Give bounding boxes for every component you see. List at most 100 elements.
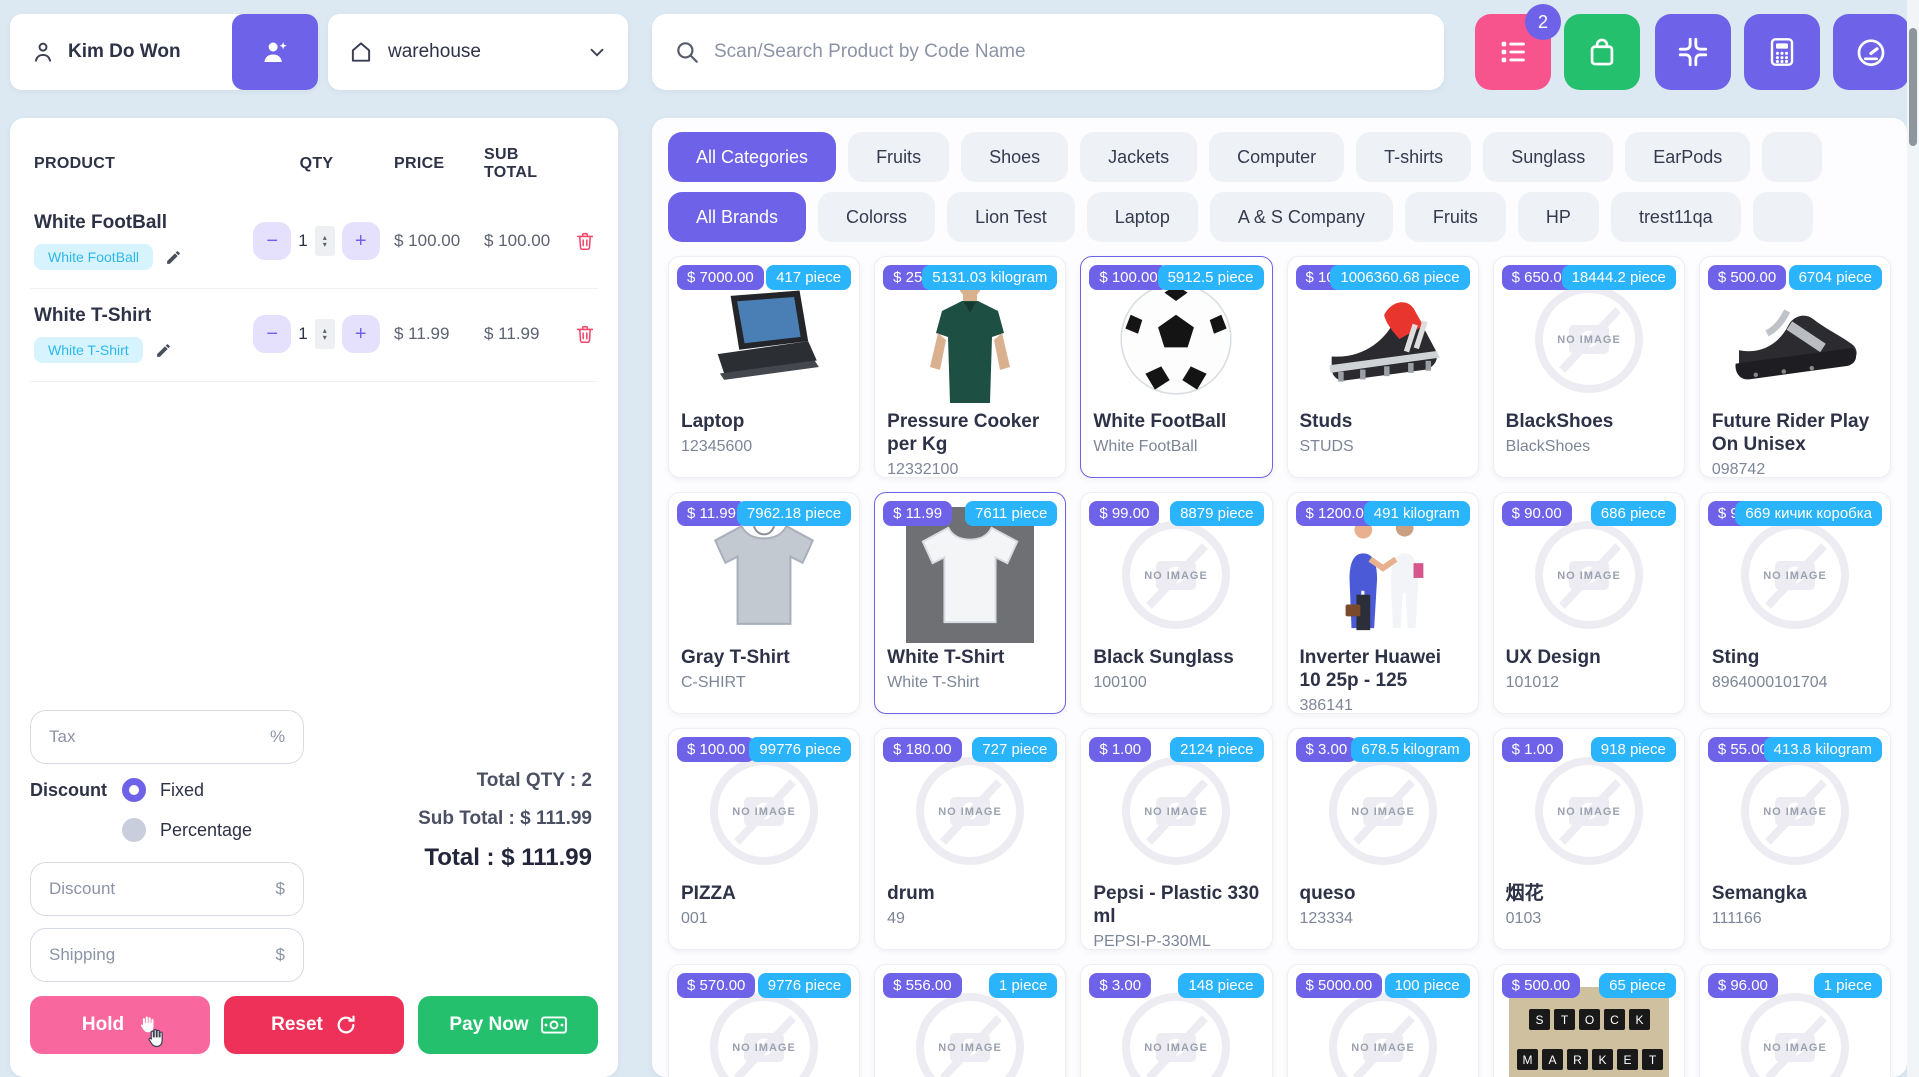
qty-increase-button[interactable]: + [342, 315, 380, 353]
product-stock-badge: 100 piece [1385, 973, 1470, 998]
product-card[interactable]: $ 7000.00417 pieceLaptop12345600 [668, 256, 860, 478]
category-pill-sunglass[interactable]: Sunglass [1483, 132, 1613, 182]
compress-screen-button[interactable] [1655, 14, 1731, 90]
polo-shirt-photo [887, 271, 1053, 407]
qty-stepper[interactable]: ▴▾ [315, 319, 335, 349]
svg-text:NO IMAGE: NO IMAGE [1145, 570, 1209, 582]
product-card[interactable]: $ 1.00918 pieceNO IMAGE烟花0103 [1493, 728, 1685, 950]
category-pill-shoes[interactable]: Shoes [961, 132, 1068, 182]
product-card[interactable]: $ 99.008879 pieceNO IMAGEBlack Sunglass1… [1080, 492, 1272, 714]
product-card[interactable]: $ 3.00148 pieceNO IMAGE [1080, 964, 1272, 1077]
product-card[interactable]: $ 1000.001006360.68 pieceStudsSTUDS [1287, 256, 1479, 478]
warehouse-select[interactable]: warehouse [328, 14, 628, 90]
product-card[interactable]: $ 96.001 pieceNO IMAGE [1699, 964, 1891, 1077]
svg-text:NO IMAGE: NO IMAGE [1351, 1042, 1415, 1054]
cart-item-name: White T-Shirt [34, 305, 239, 327]
brand-pill-hp[interactable]: HP [1518, 192, 1599, 242]
hold-button-label: Hold [82, 1014, 124, 1036]
product-card[interactable]: $ 650.0018444.2 pieceNO IMAGEBlackShoesB… [1493, 256, 1685, 478]
product-card[interactable]: $ 1200.00491 kilogramInverter Huawei 10 … [1287, 492, 1479, 714]
remove-item-button[interactable] [574, 230, 602, 252]
category-pill-computer[interactable]: Computer [1209, 132, 1344, 182]
dashboard-button[interactable] [1833, 14, 1909, 90]
remove-item-button[interactable] [574, 323, 602, 345]
search-bar [652, 14, 1444, 90]
discount-suffix: $ [276, 879, 285, 899]
reset-button[interactable]: Reset [224, 996, 404, 1054]
product-card[interactable]: $ 100.0099776 pieceNO IMAGEPIZZA001 [668, 728, 860, 950]
discount-input[interactable] [49, 879, 276, 899]
qty-decrease-button[interactable]: − [253, 315, 291, 353]
calculator-icon [1766, 36, 1798, 68]
scrollbar-thumb[interactable] [1909, 28, 1917, 146]
brand-pill-all-brands[interactable]: All Brands [668, 192, 806, 242]
product-card[interactable]: $ 5000.00100 pieceNO IMAGE [1287, 964, 1479, 1077]
cart-item-tag: White T-Shirt [34, 337, 143, 363]
tax-suffix: % [270, 727, 285, 747]
product-card[interactable]: $ 11.997611 pieceWhite T-ShirtWhite T-Sh… [874, 492, 1066, 714]
product-name: Future Rider Play On Unisex Sneakers [1712, 411, 1878, 457]
qty-value[interactable]: 1 [298, 324, 307, 344]
brand-pill-overflow-fragment[interactable] [1753, 192, 1813, 242]
brand-pill-trest11qa[interactable]: trest11qa [1611, 192, 1741, 242]
qty-value[interactable]: 1 [298, 231, 307, 251]
shipping-input[interactable] [49, 945, 276, 965]
product-card[interactable]: $ 100.005912.5 pieceWhite FootBallWhite … [1080, 256, 1272, 478]
svg-text:NO IMAGE: NO IMAGE [1763, 570, 1827, 582]
product-card[interactable]: $ 556.001 pieceNO IMAGE [874, 964, 1066, 1077]
product-price-badge: $ 90.00 [1502, 501, 1572, 526]
product-card[interactable]: $ 500.0065 pieceSTOCKMARKET [1493, 964, 1685, 1077]
product-stock-badge: 2124 piece [1170, 737, 1263, 762]
brand-pill-laptop[interactable]: Laptop [1087, 192, 1198, 242]
tax-input[interactable] [49, 727, 270, 747]
category-pill-jackets[interactable]: Jackets [1080, 132, 1197, 182]
qty-decrease-button[interactable]: − [253, 222, 291, 260]
calculator-button[interactable] [1744, 14, 1820, 90]
edit-pencil-icon[interactable] [165, 249, 182, 266]
product-name: Laptop [681, 411, 847, 434]
discount-fixed-radio[interactable] [122, 778, 146, 802]
bag-button[interactable] [1564, 14, 1640, 90]
brand-pill-colorss[interactable]: Colorss [818, 192, 935, 242]
product-price-badge: $ 100.00 [1089, 265, 1167, 290]
category-pill-fruits[interactable]: Fruits [848, 132, 949, 182]
svg-text:A: A [1548, 1053, 1556, 1067]
product-card[interactable]: $ 500.006704 pieceFuture Rider Play On U… [1699, 256, 1891, 478]
product-card[interactable]: $ 570.009776 pieceNO IMAGE [668, 964, 860, 1077]
category-pill-earpods[interactable]: EarPods [1625, 132, 1750, 182]
qty-increase-button[interactable]: + [342, 222, 380, 260]
refresh-icon [335, 1014, 357, 1036]
product-stock-badge: 491 kilogram [1364, 501, 1470, 526]
order-list-button[interactable]: 2 [1475, 14, 1551, 90]
brand-pill-a-s-company[interactable]: A & S Company [1210, 192, 1393, 242]
add-customer-button[interactable] [232, 14, 318, 90]
product-stock-badge: 65 piece [1599, 973, 1676, 998]
product-card[interactable]: $ 250.005131.03 kilogramPressure Cooker … [874, 256, 1066, 478]
category-pill-all-categories[interactable]: All Categories [668, 132, 836, 182]
page-scrollbar[interactable] [1907, 0, 1919, 1077]
brand-filter-row: All BrandsColorssLion TestLaptopA & S Co… [668, 192, 1891, 242]
discount-field-wrap: $ [30, 862, 304, 916]
qty-stepper[interactable]: ▴▾ [315, 226, 335, 256]
pay-now-button[interactable]: Pay Now [418, 996, 598, 1054]
product-card[interactable]: $ 55.00413.8 kilogramNO IMAGESemangka111… [1699, 728, 1891, 950]
product-card[interactable]: $ 1.002124 pieceNO IMAGEPepsi - Plastic … [1080, 728, 1272, 950]
discount-percentage-radio[interactable] [122, 818, 146, 842]
column-qty: QTY [239, 155, 394, 173]
category-pill-t-shirts[interactable]: T-shirts [1356, 132, 1471, 182]
hold-button[interactable]: Hold [30, 996, 210, 1054]
product-stock-badge: 686 piece [1591, 501, 1676, 526]
search-input[interactable] [714, 41, 1422, 63]
product-code: 001 [681, 910, 847, 928]
product-card[interactable]: $ 90.00686 pieceNO IMAGEUX Design101012 [1493, 492, 1685, 714]
customer-selector[interactable]: Kim Do Won [10, 14, 318, 90]
product-card[interactable]: $ 3.00678.5 kilogramNO IMAGEqueso123334 [1287, 728, 1479, 950]
product-card[interactable]: $ 9.76669 кичик коробкаNO IMAGESting8964… [1699, 492, 1891, 714]
category-pill-overflow-fragment[interactable] [1762, 132, 1822, 182]
edit-pencil-icon[interactable] [155, 342, 172, 359]
product-card[interactable]: $ 180.00727 pieceNO IMAGEdrum49 [874, 728, 1066, 950]
home-icon [348, 39, 374, 65]
product-card[interactable]: $ 11.997962.18 pieceGray T-ShirtC-SHIRT [668, 492, 860, 714]
brand-pill-fruits[interactable]: Fruits [1405, 192, 1506, 242]
brand-pill-lion-test[interactable]: Lion Test [947, 192, 1075, 242]
